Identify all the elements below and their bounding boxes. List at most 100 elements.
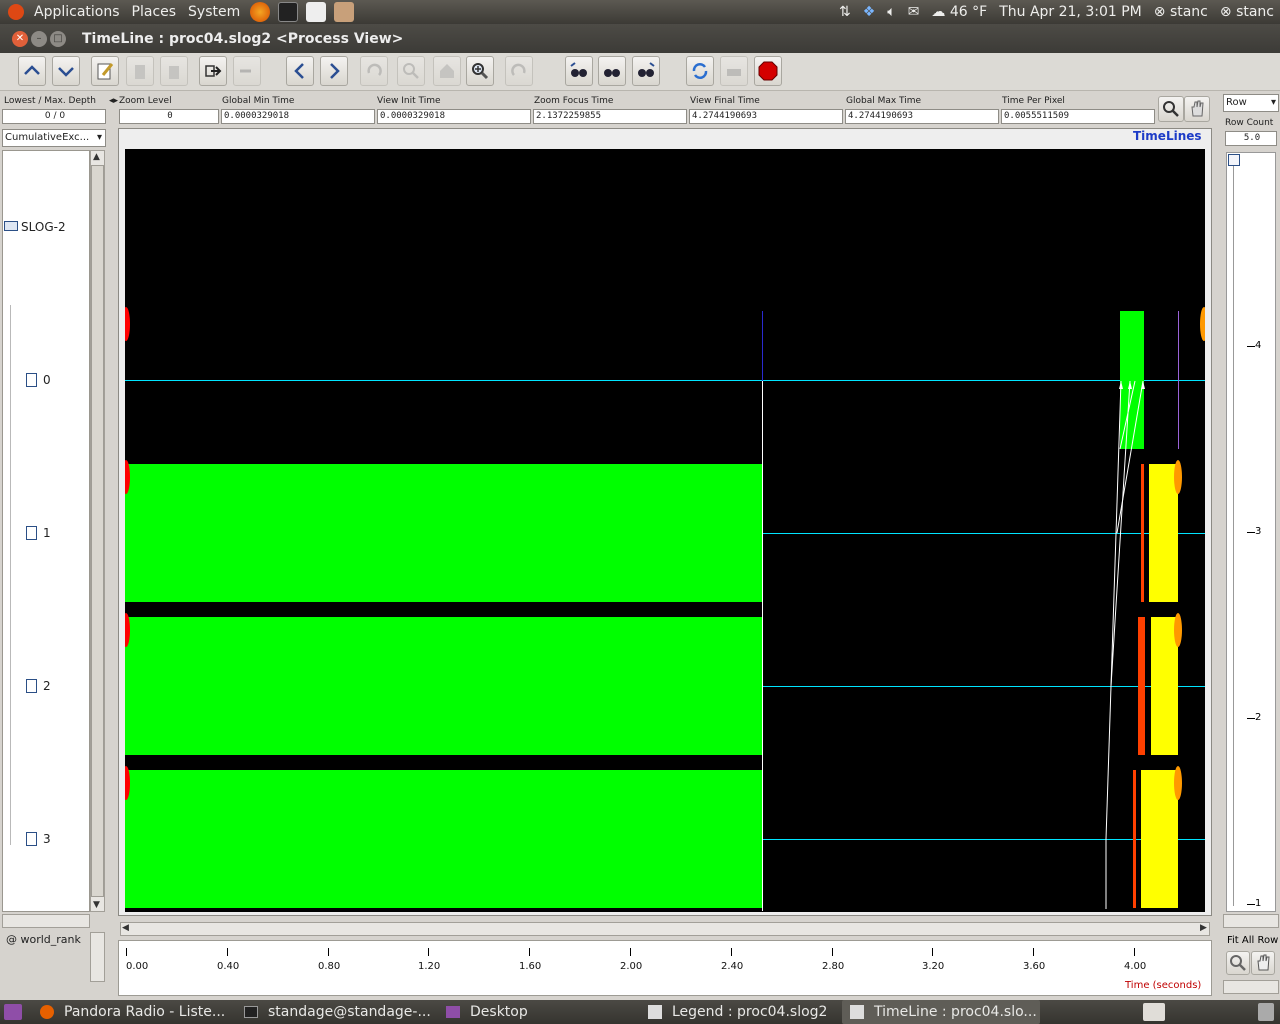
ruler-bottom-scrollbar[interactable] — [1223, 980, 1279, 994]
zoom-mode-button[interactable] — [1158, 96, 1184, 122]
global-max-time-label: Global Max Time — [846, 96, 922, 106]
ruler-zoom-button[interactable] — [1226, 951, 1250, 975]
clipboard-button[interactable] — [126, 56, 154, 86]
scroll-right-button[interactable] — [320, 56, 348, 86]
task-pandora[interactable]: Pandora Radio - Liste... — [40, 1000, 230, 1024]
minimize-window-button[interactable]: – — [31, 30, 47, 47]
weather-indicator[interactable]: ☁ 46 °F — [925, 4, 993, 20]
row-count-field[interactable]: 5.0 — [1225, 131, 1277, 146]
task-legend-label: Legend : proc04.slog2 — [672, 1004, 828, 1020]
zoom-in-button[interactable] — [466, 56, 494, 86]
stop-button[interactable] — [754, 56, 782, 86]
slog2-label: SLOG-2 — [21, 220, 66, 234]
import-button[interactable] — [233, 56, 261, 86]
splitter-arrow-icon[interactable]: ◂▸ — [109, 96, 118, 106]
canvas-horizontal-scrollbar[interactable] — [120, 922, 1210, 936]
axis-tick-label: 1.20 — [418, 961, 441, 972]
timeline-canvas[interactable] — [125, 149, 1205, 912]
ruler-label-4: 4 — [1255, 340, 1262, 351]
trash-icon[interactable] — [1258, 1003, 1274, 1021]
task-pandora-label: Pandora Radio - Liste... — [64, 1004, 226, 1020]
scroll-up-button[interactable] — [18, 56, 46, 86]
task-legend[interactable]: Legend : proc04.slog2 — [648, 1000, 838, 1024]
maximize-window-button[interactable]: □ — [50, 30, 66, 47]
global-min-time-field[interactable]: 0.0000329018 — [221, 109, 375, 124]
session-indicator-2[interactable]: ⊗ stanc — [1214, 4, 1280, 20]
task-terminal[interactable]: standage@standage-... — [244, 1000, 434, 1024]
ruler-horizontal-scrollbar[interactable] — [1223, 914, 1279, 928]
bottom-left-scrollbar[interactable] — [90, 932, 105, 982]
time-per-pixel-field[interactable]: 0.0055511509 — [1001, 109, 1155, 124]
volume-icon[interactable]: 🔈︎ — [881, 4, 901, 20]
task-terminal-label: standage@standage-... — [268, 1004, 431, 1020]
row-select-dropdown[interactable]: Row ▾ — [1223, 94, 1279, 112]
search-forward-button[interactable] — [632, 56, 660, 86]
rank-3-label[interactable]: 3 — [43, 832, 51, 846]
task-timeline[interactable]: TimeLine : proc04.slo... — [842, 1000, 1040, 1024]
slog2-tree-root[interactable]: SLOG-2 — [4, 220, 66, 234]
ruler-hand-button[interactable] — [1251, 951, 1275, 975]
scroll-down-button[interactable] — [52, 56, 80, 86]
world-rank-label: @ world_rank — [6, 933, 81, 946]
undo-zoom-button[interactable] — [360, 56, 388, 86]
close-window-button[interactable]: ✕ — [12, 30, 28, 47]
toolbar — [0, 53, 1280, 91]
home-button[interactable] — [433, 56, 461, 86]
window-titlebar[interactable]: ✕ – □ TimeLine : proc04.slog2 <Process V… — [0, 24, 1280, 53]
print-button[interactable] — [720, 56, 748, 86]
scroll-left-button[interactable] — [286, 56, 314, 86]
rank-1-label[interactable]: 1 — [43, 526, 51, 540]
dropbox-icon[interactable]: ❖ — [857, 4, 882, 20]
delete-button[interactable] — [160, 56, 188, 86]
dropdown-arrow-icon: ▾ — [96, 132, 102, 143]
user-icon[interactable] — [334, 2, 355, 22]
text-editor-icon[interactable] — [306, 2, 327, 22]
network-icon[interactable]: ⇅ — [833, 4, 857, 20]
hand-mode-button[interactable] — [1184, 96, 1210, 122]
search-backward-button[interactable] — [565, 56, 593, 86]
zoom-focus-time-label: Zoom Focus Time — [534, 96, 614, 106]
export-button[interactable] — [199, 56, 227, 86]
axis-tick — [126, 948, 127, 956]
rank-0-label[interactable]: 0 — [43, 373, 51, 387]
ruler-slider-handle[interactable] — [1228, 154, 1240, 166]
axis-tick-label: 4.00 — [1124, 961, 1147, 972]
java-tray-icon[interactable] — [1143, 1003, 1165, 1021]
mail-icon[interactable]: ✉ — [902, 4, 926, 20]
session-indicator-1[interactable]: ⊗ stanc — [1148, 4, 1214, 20]
redo-zoom-button[interactable] — [505, 56, 533, 86]
row-select-value: Row — [1226, 97, 1247, 108]
clock[interactable]: Thu Apr 21, 3:01 PM — [993, 4, 1148, 20]
firefox-icon[interactable] — [250, 2, 271, 22]
scroll-down-arrow-icon[interactable]: ▼ — [93, 900, 100, 910]
rank-2-label[interactable]: 2 — [43, 679, 51, 693]
tree-horizontal-scrollbar[interactable] — [2, 914, 90, 928]
places-menu[interactable]: Places — [126, 4, 183, 20]
view-init-time-field[interactable]: 0.0000329018 — [377, 109, 531, 124]
tree-scrollbar-thumb[interactable] — [91, 165, 104, 897]
refresh-button[interactable] — [686, 56, 714, 86]
axis-tick — [328, 948, 329, 956]
scroll-left-arrow-icon[interactable]: ◀ — [122, 923, 129, 933]
system-menu[interactable]: System — [182, 4, 246, 20]
axis-tick — [832, 948, 833, 956]
search-init-button[interactable] — [598, 56, 626, 86]
zoom-focus-time-field[interactable]: 2.1372259855 — [533, 109, 687, 124]
depth-field[interactable]: 0 / 0 — [2, 109, 106, 124]
zoom-level-field[interactable]: 0 — [119, 109, 219, 124]
view-final-time-field[interactable]: 4.2744190693 — [689, 109, 843, 124]
java-icon — [648, 1005, 662, 1019]
applications-menu[interactable]: Applications — [28, 4, 126, 20]
timelines-title: TimeLines — [1130, 129, 1205, 143]
task-desktop[interactable]: Desktop — [446, 1000, 636, 1024]
scroll-up-arrow-icon[interactable]: ▲ — [93, 152, 100, 162]
show-desktop-icon[interactable] — [4, 1004, 22, 1020]
scroll-right-arrow-icon[interactable]: ▶ — [1200, 923, 1207, 933]
edit-button[interactable] — [91, 56, 119, 86]
global-max-time-field[interactable]: 4.2744190693 — [845, 109, 999, 124]
zoom-out-button[interactable] — [397, 56, 425, 86]
cumulative-dropdown[interactable]: CumulativeExc... ▾ — [2, 129, 106, 147]
ubuntu-logo-icon[interactable] — [8, 4, 24, 20]
terminal-icon[interactable] — [278, 2, 299, 22]
taskbar: Pandora Radio - Liste... standage@standa… — [0, 1000, 1280, 1024]
